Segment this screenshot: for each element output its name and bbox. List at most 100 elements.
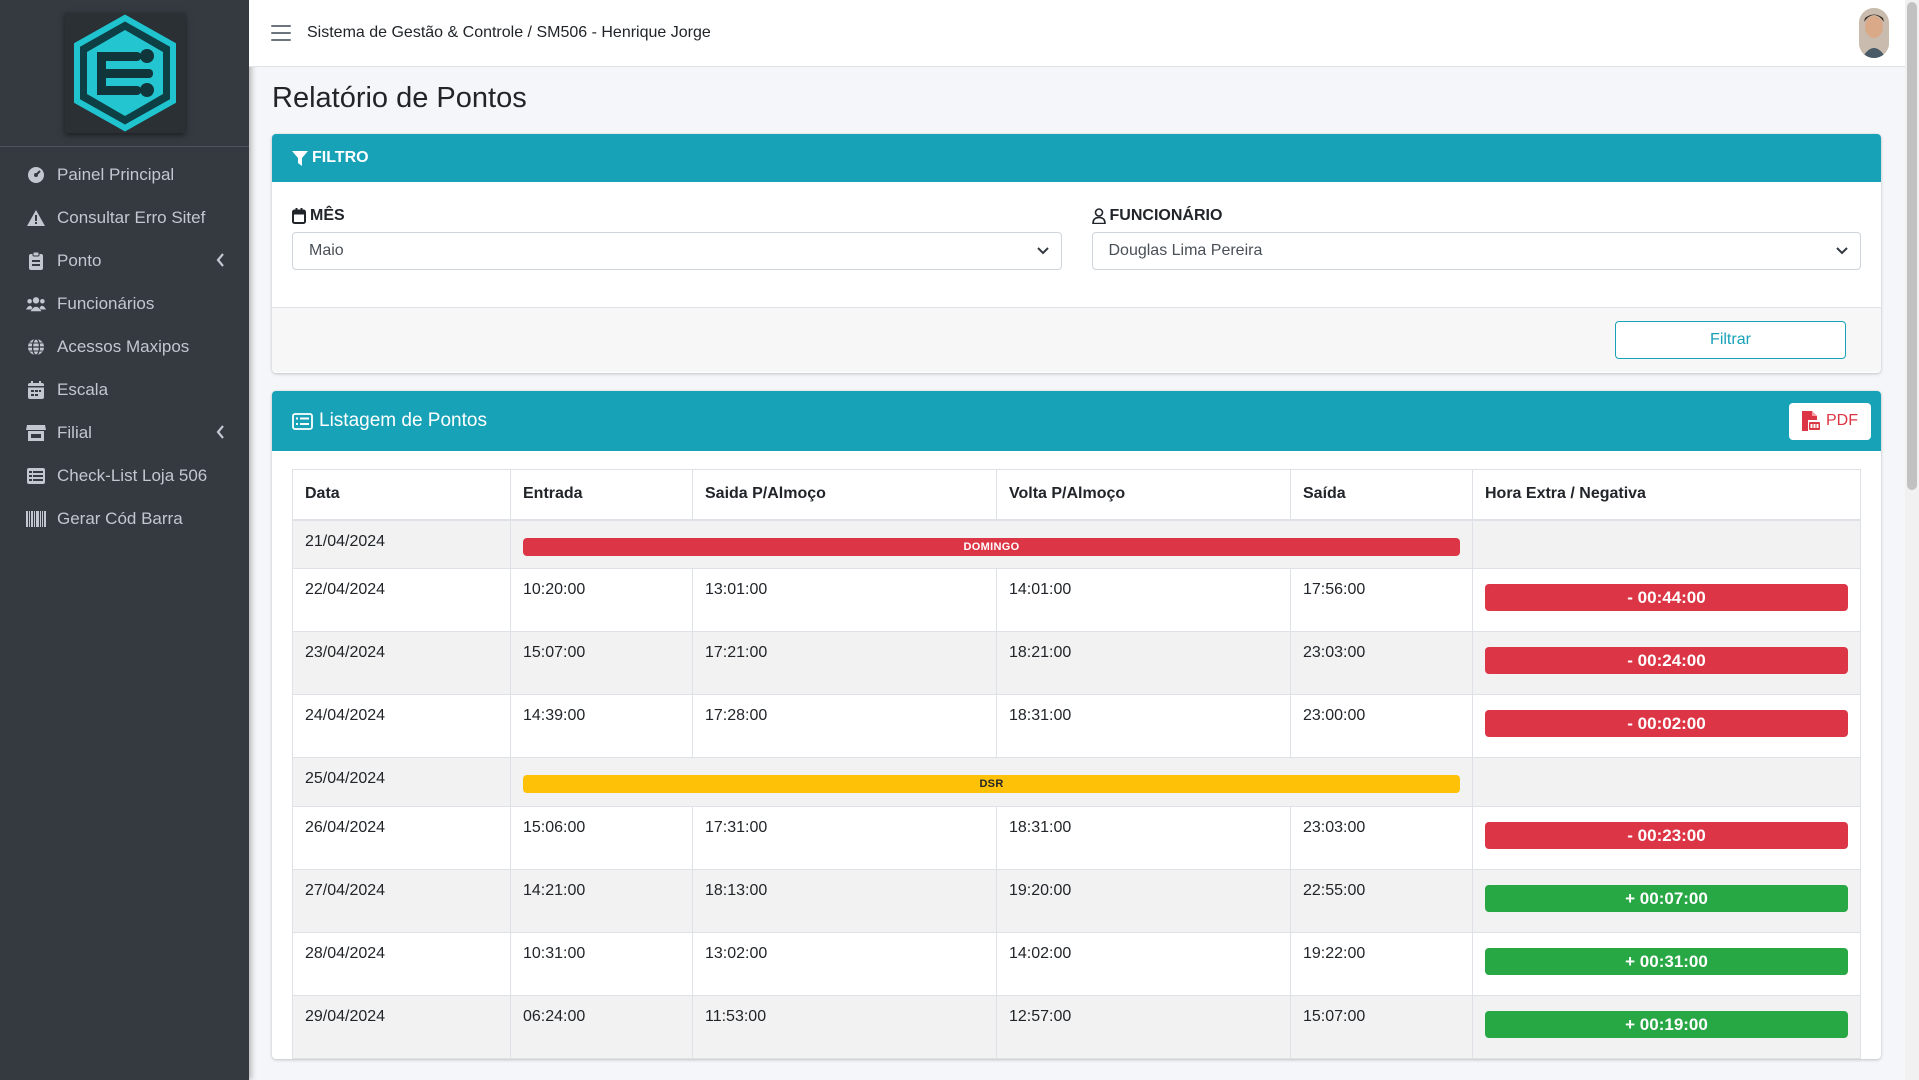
table-row: 24/04/2024 14:39:00 17:28:00 18:31:00 23:00:… [292,694,1861,758]
balance-badge: - 00:23:00 [1485,822,1848,849]
cell-saida: 22:55:00 [1290,869,1473,933]
cell-balance [1472,519,1861,569]
month-select[interactable]: Maio [292,232,1062,270]
dashboard-icon [26,165,46,185]
filter-form: MÊS Maio FUNCIONÁRIO Douglas Lima Pereir… [272,182,1881,308]
cell-date: 22/04/2024 [292,568,511,632]
attendance-table: Data Entrada Saida P/Almoço Volta P/Almo… [292,469,1861,1059]
list-icon [292,412,313,430]
cell-date: 25/04/2024 [292,757,511,807]
cell-entrada: 15:06:00 [510,806,693,870]
cell-saida: 23:03:00 [1290,806,1473,870]
column-header-saida-almoco: Saida P/Almoço [692,469,997,521]
table-wrapper: Data Entrada Saida P/Almoço Volta P/Almo… [272,451,1881,1059]
cell-saida: 17:56:00 [1290,568,1473,632]
cell-saida-almoco: 18:13:00 [692,869,997,933]
filter-card-title: FILTRO [312,149,369,166]
cell-day-status: DSR [510,757,1473,807]
cell-saida-almoco: 13:01:00 [692,568,997,632]
cell-volta-almoco: 14:02:00 [996,932,1291,996]
filter-card: FILTRO MÊS Maio FUNCIONÁRIO Douglas Lima… [272,134,1881,373]
file-pdf-icon [1802,411,1820,431]
table-row: 23/04/2024 15:07:00 17:21:00 18:21:00 23:03:… [292,631,1861,695]
day-status-badge: DOMINGO [523,537,1460,556]
filter-button[interactable]: Filtrar [1615,321,1846,359]
sidebar-item-filial[interactable]: Filial [0,411,249,454]
cell-volta-almoco: 18:31:00 [996,694,1291,758]
employee-select[interactable]: Douglas Lima Pereira [1091,232,1861,270]
column-header-saida: Saída [1290,469,1473,521]
table-row: 26/04/2024 15:06:00 17:31:00 18:31:00 23:03:… [292,806,1861,870]
column-header-volta-almoco: Volta P/Almoço [996,469,1291,521]
warning-icon [26,208,46,228]
sidebar-item-painel-principal[interactable]: Painel Principal [0,153,249,196]
day-status-badge: DSR [523,775,1460,793]
cell-entrada: 10:20:00 [510,568,693,632]
topbar: Sistema de Gestão & Controle / SM506 - H… [249,0,1905,67]
user-icon [1091,208,1106,224]
cell-balance: + 00:19:00 [1472,995,1861,1059]
cell-entrada: 06:24:00 [510,995,693,1059]
table-body: 21/04/2024 DOMINGO 22/04/2024 10:20:00 13:01… [292,519,1861,1059]
cell-balance: - 00:23:00 [1472,806,1861,870]
cell-saida: 19:22:00 [1290,932,1473,996]
balance-badge: - 00:02:00 [1485,710,1848,737]
sidebar-item-label: Painel Principal [57,164,175,184]
cell-saida-almoco: 11:53:00 [692,995,997,1059]
sidebar-item-gerar-cod-barra[interactable]: Gerar Cód Barra [0,497,249,540]
table-row: 27/04/2024 14:21:00 18:13:00 19:20:00 22:55:… [292,869,1861,933]
chevron-down-icon [1836,242,1848,260]
sidebar-item-acessos-maxipos[interactable]: Acessos Maxipos [0,325,249,368]
breadcrumb: Sistema de Gestão & Controle / SM506 - H… [307,24,711,41]
sidebar-item-ponto[interactable]: Ponto [0,239,249,282]
sidebar-nav: Painel Principal Consultar Erro Sitef Po… [0,147,249,540]
table-row: 29/04/2024 06:24:00 11:53:00 12:57:00 15:07:… [292,995,1861,1059]
page-title: Relatório de Pontos [272,82,527,114]
month-group: MÊS Maio [292,204,1062,307]
company-logo[interactable] [64,13,185,133]
sidebar-item-check-list[interactable]: Check-List Loja 506 [0,454,249,497]
scrollbar-thumb[interactable] [1907,2,1917,490]
main-content: Relatório de Pontos FILTRO MÊS Maio FUNC… [272,67,1881,1059]
table-row: 25/04/2024 DSR [292,757,1861,807]
sidebar-item-label: Consultar Erro Sitef [57,207,206,227]
chevron-left-icon [216,252,225,272]
sidebar-item-funcionarios[interactable]: Funcionários [0,282,249,325]
cell-entrada: 14:39:00 [510,694,693,758]
barcode-icon [26,509,46,529]
hamburger-menu-icon[interactable] [271,23,291,43]
cell-balance: + 00:07:00 [1472,869,1861,933]
balance-badge: - 00:24:00 [1485,647,1848,674]
cell-date: 23/04/2024 [292,631,511,695]
clipboard-icon [26,251,46,271]
sidebar-item-label: Funcionários [57,293,155,313]
filter-card-header: FILTRO [272,134,1881,182]
balance-badge: - 00:44:00 [1485,584,1848,611]
sidebar-item-consultar-erro-sitef[interactable]: Consultar Erro Sitef [0,196,249,239]
sidebar-item-escala[interactable]: Escala [0,368,249,411]
sidebar-item-label: Ponto [57,250,102,270]
list-card: Listagem de Pontos PDF Data Entrada Said… [272,391,1881,1059]
cell-day-status: DOMINGO [510,519,1473,569]
cell-balance [1472,757,1861,807]
cell-saida: 15:07:00 [1290,995,1473,1059]
pdf-export-button[interactable]: PDF [1789,402,1871,440]
cell-volta-almoco: 12:57:00 [996,995,1291,1059]
cell-balance: + 00:31:00 [1472,932,1861,996]
list-card-title: Listagem de Pontos [292,410,487,432]
chevron-left-icon [216,424,225,444]
table-row: 22/04/2024 10:20:00 13:01:00 14:01:00 17:56:… [292,568,1861,632]
column-header-entrada: Entrada [510,469,693,521]
table-row: 21/04/2024 DOMINGO [292,519,1861,569]
cell-balance: - 00:24:00 [1472,631,1861,695]
cell-volta-almoco: 14:01:00 [996,568,1291,632]
column-header-data: Data [292,469,511,521]
brand [0,0,249,147]
sidebar-item-label: Acessos Maxipos [57,336,190,356]
page-scrollbar[interactable] [1905,0,1919,1080]
store-icon [26,423,46,443]
cell-saida-almoco: 13:02:00 [692,932,997,996]
sidebar-item-label: Escala [57,379,109,399]
user-avatar[interactable] [1859,8,1889,58]
table-list-icon [26,466,46,486]
